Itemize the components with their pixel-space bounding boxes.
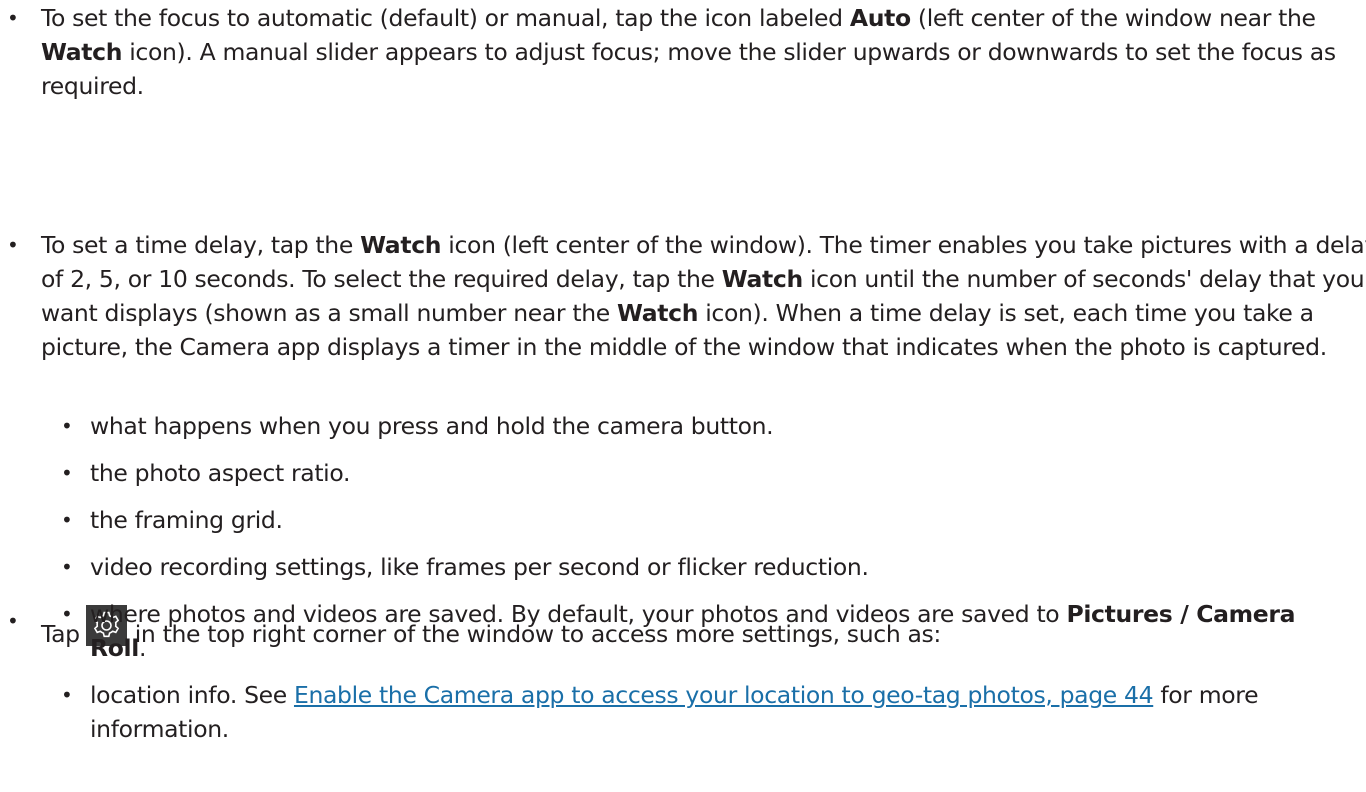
bold-term: Watch [41,38,123,66]
sub-item-aspect-ratio: the photo aspect ratio. [51,456,1351,490]
settings-sublist: what happens when you press and hold the… [51,409,1351,759]
sub-item-location-info: location info. See Enable the Camera app… [51,678,1351,746]
sub-item-framing-grid: the framing grid. [51,503,1351,537]
instruction-list: To set the focus to automatic (default) … [0,0,1366,648]
text-run: what happens when you press and hold the… [90,412,774,440]
text-run: To set a time delay, tap the [41,231,361,259]
document-page: To set the focus to automatic (default) … [0,0,1366,792]
text-run: (left center of the window near the [910,4,1316,32]
bold-term: Watch [721,265,803,293]
bold-term: Auto [849,4,911,32]
text-run: where photos and videos are saved. By de… [90,600,1067,628]
text-run: icon). A manual slider appears to adjust… [41,38,1336,100]
text-run: the photo aspect ratio. [90,459,351,487]
bold-term: Watch [360,231,442,259]
text-run: location info. See [90,681,294,709]
text-run: . [138,634,147,662]
timer-instruction: To set a time delay, tap the Watch icon … [0,228,1366,364]
text-run: the framing grid. [90,506,283,534]
sub-item-video-settings: video recording settings, like frames pe… [51,550,1351,584]
cross-reference-link[interactable]: Enable the Camera app to access your loc… [294,681,1154,709]
sub-item-save-location: where photos and videos are saved. By de… [51,597,1351,665]
focus-instruction: To set the focus to automatic (default) … [0,1,1366,103]
bold-term: Watch [616,299,699,327]
sub-item-press-hold: what happens when you press and hold the… [51,409,1351,443]
text-run: To set the focus to automatic (default) … [41,4,850,32]
text-run: video recording settings, like frames pe… [90,553,869,581]
